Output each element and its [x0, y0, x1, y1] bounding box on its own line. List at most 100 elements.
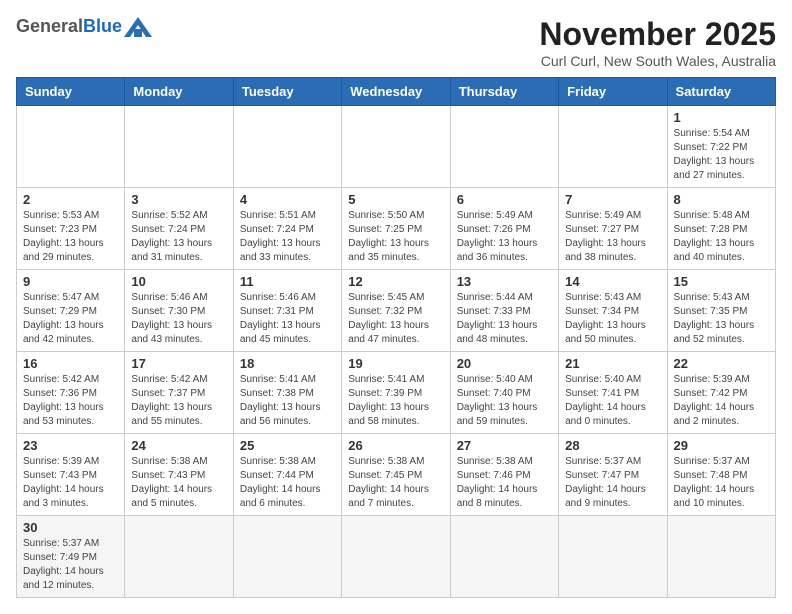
calendar-day-cell — [559, 516, 667, 598]
day-number: 29 — [674, 438, 769, 453]
day-number: 20 — [457, 356, 552, 371]
calendar-day-cell — [125, 106, 233, 188]
day-info: Sunrise: 5:38 AM Sunset: 7:45 PM Dayligh… — [348, 455, 443, 511]
calendar-day-cell: 14 Sunrise: 5:43 AM Sunset: 7:34 PM Dayli… — [559, 270, 667, 352]
day-info: Sunrise: 5:38 AM Sunset: 7:43 PM Dayligh… — [131, 455, 226, 511]
day-info: Sunrise: 5:42 AM Sunset: 7:37 PM Dayligh… — [131, 373, 226, 429]
calendar-day-cell: 13Sunrise: 5:44 AM Sunset: 7:33 PM Dayli… — [450, 270, 558, 352]
day-number: 19 — [348, 356, 443, 371]
day-number: 10 — [131, 274, 226, 289]
calendar-day-cell: 23Sunrise: 5:39 AM Sunset: 7:43 PM Dayli… — [17, 434, 125, 516]
calendar-day-cell: 1Sunrise: 5:54 AM Sunset: 7:22 PM Daylig… — [667, 106, 775, 188]
calendar-day-cell — [233, 516, 341, 598]
calendar-day-cell: 15 Sunrise: 5:43 AM Sunset: 7:35 PM Dayli… — [667, 270, 775, 352]
calendar-week-row: 23Sunrise: 5:39 AM Sunset: 7:43 PM Dayli… — [17, 434, 776, 516]
calendar-day-cell: 29 Sunrise: 5:37 AM Sunset: 7:48 PM Dayli… — [667, 434, 775, 516]
calendar-day-cell: 10 Sunrise: 5:46 AM Sunset: 7:30 PM Dayli… — [125, 270, 233, 352]
weekday-header-wednesday: Wednesday — [342, 78, 450, 106]
title-block: November 2025 Curl Curl, New South Wales… — [539, 16, 776, 69]
calendar-day-cell: 18Sunrise: 5:41 AM Sunset: 7:38 PM Dayli… — [233, 352, 341, 434]
calendar-week-row: 16 Sunrise: 5:42 AM Sunset: 7:36 PM Dayli… — [17, 352, 776, 434]
day-number: 30 — [23, 520, 118, 535]
day-info: Sunrise: 5:38 AM Sunset: 7:44 PM Dayligh… — [240, 455, 335, 511]
calendar-day-cell: 11 Sunrise: 5:46 AM Sunset: 7:31 PM Dayli… — [233, 270, 341, 352]
day-number: 18 — [240, 356, 335, 371]
calendar-day-cell: 2Sunrise: 5:53 AM Sunset: 7:23 PM Daylig… — [17, 188, 125, 270]
day-info: Sunrise: 5:44 AM Sunset: 7:33 PM Dayligh… — [457, 291, 552, 347]
day-info: Sunrise: 5:54 AM Sunset: 7:22 PM Dayligh… — [674, 127, 769, 183]
calendar-day-cell — [342, 106, 450, 188]
day-info: Sunrise: 5:37 AM Sunset: 7:48 PM Dayligh… — [674, 455, 769, 511]
day-number: 22 — [674, 356, 769, 371]
day-info: Sunrise: 5:46 AM Sunset: 7:31 PM Dayligh… — [240, 291, 335, 347]
calendar-day-cell: 20 Sunrise: 5:40 AM Sunset: 7:40 PM Dayli… — [450, 352, 558, 434]
day-info: Sunrise: 5:49 AM Sunset: 7:27 PM Dayligh… — [565, 209, 660, 265]
month-title: November 2025 — [539, 16, 776, 53]
day-number: 7 — [565, 192, 660, 207]
calendar-day-cell: 19 Sunrise: 5:41 AM Sunset: 7:39 PM Dayli… — [342, 352, 450, 434]
day-info: Sunrise: 5:39 AM Sunset: 7:42 PM Dayligh… — [674, 373, 769, 429]
day-info: Sunrise: 5:42 AM Sunset: 7:36 PM Dayligh… — [23, 373, 118, 429]
page-header: General Blue November 2025 Curl Curl, Ne… — [16, 16, 776, 69]
day-info: Sunrise: 5:41 AM Sunset: 7:39 PM Dayligh… — [348, 373, 443, 429]
day-info: Sunrise: 5:48 AM Sunset: 7:28 PM Dayligh… — [674, 209, 769, 265]
calendar-week-row: 2Sunrise: 5:53 AM Sunset: 7:23 PM Daylig… — [17, 188, 776, 270]
day-info: Sunrise: 5:50 AM Sunset: 7:25 PM Dayligh… — [348, 209, 443, 265]
calendar-day-cell: 9Sunrise: 5:47 AM Sunset: 7:29 PM Daylig… — [17, 270, 125, 352]
day-number: 3 — [131, 192, 226, 207]
day-info: Sunrise: 5:49 AM Sunset: 7:26 PM Dayligh… — [457, 209, 552, 265]
weekday-header-tuesday: Tuesday — [233, 78, 341, 106]
calendar-week-row: 30 Sunrise: 5:37 AM Sunset: 7:49 PM Dayli… — [17, 516, 776, 598]
day-info: Sunrise: 5:52 AM Sunset: 7:24 PM Dayligh… — [131, 209, 226, 265]
weekday-header-friday: Friday — [559, 78, 667, 106]
day-info: Sunrise: 5:43 AM Sunset: 7:34 PM Dayligh… — [565, 291, 660, 347]
day-number: 2 — [23, 192, 118, 207]
day-info: Sunrise: 5:38 AM Sunset: 7:46 PM Dayligh… — [457, 455, 552, 511]
day-info: Sunrise: 5:46 AM Sunset: 7:30 PM Dayligh… — [131, 291, 226, 347]
day-number: 23 — [23, 438, 118, 453]
day-info: Sunrise: 5:45 AM Sunset: 7:32 PM Dayligh… — [348, 291, 443, 347]
calendar-day-cell — [125, 516, 233, 598]
day-number: 21 — [565, 356, 660, 371]
calendar-day-cell — [342, 516, 450, 598]
day-info: Sunrise: 5:37 AM Sunset: 7:49 PM Dayligh… — [23, 537, 118, 593]
day-info: Sunrise: 5:37 AM Sunset: 7:47 PM Dayligh… — [565, 455, 660, 511]
day-info: Sunrise: 5:47 AM Sunset: 7:29 PM Dayligh… — [23, 291, 118, 347]
day-number: 15 — [674, 274, 769, 289]
day-number: 16 — [23, 356, 118, 371]
calendar-day-cell: 16 Sunrise: 5:42 AM Sunset: 7:36 PM Dayli… — [17, 352, 125, 434]
calendar-day-cell: 21 Sunrise: 5:40 AM Sunset: 7:41 PM Dayli… — [559, 352, 667, 434]
day-info: Sunrise: 5:43 AM Sunset: 7:35 PM Dayligh… — [674, 291, 769, 347]
day-info: Sunrise: 5:40 AM Sunset: 7:40 PM Dayligh… — [457, 373, 552, 429]
calendar-day-cell — [233, 106, 341, 188]
day-info: Sunrise: 5:51 AM Sunset: 7:24 PM Dayligh… — [240, 209, 335, 265]
day-number: 11 — [240, 274, 335, 289]
calendar-day-cell: 26 Sunrise: 5:38 AM Sunset: 7:45 PM Dayli… — [342, 434, 450, 516]
calendar-day-cell — [450, 106, 558, 188]
weekday-header-row: SundayMondayTuesdayWednesdayThursdayFrid… — [17, 78, 776, 106]
calendar-day-cell: 27Sunrise: 5:38 AM Sunset: 7:46 PM Dayli… — [450, 434, 558, 516]
calendar-day-cell: 6 Sunrise: 5:49 AM Sunset: 7:26 PM Daylig… — [450, 188, 558, 270]
day-info: Sunrise: 5:40 AM Sunset: 7:41 PM Dayligh… — [565, 373, 660, 429]
day-number: 25 — [240, 438, 335, 453]
calendar-day-cell — [667, 516, 775, 598]
calendar-day-cell — [17, 106, 125, 188]
calendar-table: SundayMondayTuesdayWednesdayThursdayFrid… — [16, 77, 776, 598]
calendar-week-row: 1Sunrise: 5:54 AM Sunset: 7:22 PM Daylig… — [17, 106, 776, 188]
day-number: 26 — [348, 438, 443, 453]
calendar-day-cell — [450, 516, 558, 598]
day-number: 14 — [565, 274, 660, 289]
logo-general-text: General — [16, 16, 83, 37]
calendar-day-cell: 8Sunrise: 5:48 AM Sunset: 7:28 PM Daylig… — [667, 188, 775, 270]
weekday-header-monday: Monday — [125, 78, 233, 106]
day-number: 4 — [240, 192, 335, 207]
day-number: 6 — [457, 192, 552, 207]
day-number: 12 — [348, 274, 443, 289]
calendar-day-cell: 12 Sunrise: 5:45 AM Sunset: 7:32 PM Dayli… — [342, 270, 450, 352]
calendar-day-cell: 28Sunrise: 5:37 AM Sunset: 7:47 PM Dayli… — [559, 434, 667, 516]
logo-icon — [124, 17, 152, 37]
day-number: 24 — [131, 438, 226, 453]
weekday-header-thursday: Thursday — [450, 78, 558, 106]
calendar-day-cell: 3 Sunrise: 5:52 AM Sunset: 7:24 PM Daylig… — [125, 188, 233, 270]
calendar-day-cell: 22 Sunrise: 5:39 AM Sunset: 7:42 PM Dayli… — [667, 352, 775, 434]
